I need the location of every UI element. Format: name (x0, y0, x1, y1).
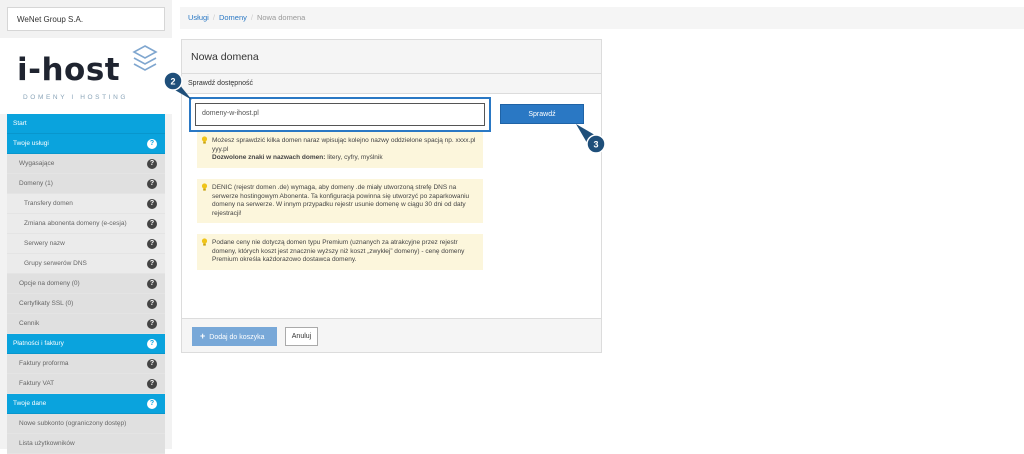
help-icon[interactable]: ? (147, 199, 157, 209)
cube-icon (132, 45, 158, 71)
step-3-badge: 3 (576, 124, 606, 154)
sidebar-item-label: Faktury VAT (19, 380, 55, 387)
hint-multiple-domains: Możesz sprawdzić kilka domen naraz wpisu… (197, 132, 483, 168)
step-2-number: 2 (170, 77, 175, 87)
sidebar-item[interactable]: Domeny (1)? (7, 174, 165, 194)
sidebar-item[interactable]: Certyfikaty SSL (0)? (7, 294, 165, 314)
sidebar-item[interactable]: Faktury proforma? (7, 354, 165, 374)
step-3-number: 3 (593, 140, 598, 150)
plus-icon: + (200, 331, 206, 341)
sidebar-menu: Start Twoje usługi? Wygasające? Domeny (1)?… (7, 114, 165, 454)
step-2-badge: 2 (163, 71, 192, 100)
breadcrumb-domeny[interactable]: Domeny (219, 13, 247, 22)
add-to-cart-button[interactable]: + Dodaj do koszyka (192, 327, 277, 346)
breadcrumb-separator: / (212, 13, 215, 22)
add-to-cart-label: Dodaj do koszyka (209, 334, 265, 341)
hint1-text: Możesz sprawdzić kilka domen naraz wpisu… (212, 137, 476, 153)
sidebar-item-label: Serwery nazw (24, 240, 65, 247)
breadcrumb-separator: / (250, 13, 253, 22)
help-icon[interactable]: ? (147, 279, 157, 289)
sidebar-item[interactable]: Cennik? (7, 314, 165, 334)
sidebar-item[interactable]: Opcje na domeny (0)? (7, 274, 165, 294)
sidebar-item[interactable]: Transfery domen? (7, 194, 165, 214)
sidebar-item[interactable]: Faktury VAT? (7, 374, 165, 394)
help-icon[interactable]: ? (147, 299, 157, 309)
hint2-text: DENIC (rejestr domen .de) wymaga, aby do… (212, 184, 470, 217)
sidebar-item[interactable]: Lista użytkowników (7, 434, 165, 454)
sidebar-item[interactable]: Twoje dane? (7, 394, 165, 414)
breadcrumb-uslugi[interactable]: Usługi (188, 13, 209, 22)
domain-input[interactable]: domeny-w-ihost.pl (195, 103, 485, 126)
lightbulb-icon (201, 238, 208, 246)
sidebar: WeNet Group S.A. i-host DOMENY I HOSTING… (0, 0, 172, 454)
sidebar-item-label: Faktury proforma (19, 360, 69, 367)
help-icon[interactable]: ? (147, 159, 157, 169)
sidebar-item[interactable]: Płatności i faktury? (7, 334, 165, 354)
help-icon[interactable]: ? (147, 179, 157, 189)
sidebar-item[interactable]: Start (7, 114, 165, 134)
sidebar-item[interactable]: Grupy serwerów DNS? (7, 254, 165, 274)
sidebar-item[interactable]: Twoje usługi? (7, 134, 165, 154)
sidebar-item-label: Opcje na domeny (0) (19, 280, 80, 287)
help-icon[interactable]: ? (147, 379, 157, 389)
help-icon[interactable]: ? (147, 359, 157, 369)
sidebar-item-label: Start (13, 120, 27, 127)
sidebar-item-label: Domeny (1) (19, 180, 53, 187)
help-icon[interactable]: ? (147, 219, 157, 229)
lightbulb-icon (201, 136, 208, 144)
logo-text: i-host (17, 52, 121, 88)
help-icon[interactable]: ? (147, 139, 157, 149)
sidebar-item-label: Certyfikaty SSL (0) (19, 300, 74, 307)
sidebar-item-label: Transfery domen (24, 200, 73, 207)
page-title: Nowa domena (182, 40, 601, 74)
lightbulb-icon (201, 183, 208, 191)
sidebar-item-label: Lista użytkowników (19, 440, 75, 447)
sidebar-item-label: Grupy serwerów DNS (24, 260, 87, 267)
breadcrumb: Usługi / Domeny / Nowa domena (180, 7, 1024, 29)
sidebar-item[interactable]: Nowe subkonto (ograniczony dostęp) (7, 414, 165, 434)
help-icon[interactable]: ? (147, 339, 157, 349)
help-icon[interactable]: ? (147, 239, 157, 249)
logo: i-host DOMENY I HOSTING (0, 38, 172, 114)
cancel-button[interactable]: Anuluj (285, 327, 318, 346)
sidebar-item-label: Twoje usługi (13, 140, 49, 147)
company-selector[interactable]: WeNet Group S.A. (7, 7, 165, 31)
panel-footer: + Dodaj do koszyka Anuluj (182, 318, 601, 352)
sidebar-item-label: Nowe subkonto (ograniczony dostęp) (19, 420, 127, 427)
sidebar-item-label: Wygasające (19, 160, 55, 167)
sidebar-item-label: Cennik (19, 320, 40, 327)
sidebar-item[interactable]: Wygasające? (7, 154, 165, 174)
help-icon[interactable]: ? (147, 399, 157, 409)
hint3-text: Podane ceny nie dotyczą domen typu Premi… (212, 239, 465, 264)
hint-denic: DENIC (rejestr domen .de) wymaga, aby do… (197, 179, 483, 224)
sidebar-item[interactable]: Zmiana abonenta domeny (e-cesja)? (7, 214, 165, 234)
sidebar-item-label: Zmiana abonenta domeny (e-cesja) (24, 220, 127, 227)
sidebar-item-label: Twoje dane (13, 400, 47, 407)
help-icon[interactable]: ? (147, 319, 157, 329)
hint-premium: Podane ceny nie dotyczą domen typu Premi… (197, 234, 483, 270)
help-icon[interactable]: ? (147, 259, 157, 269)
hint1-tail: litery, cyfry, myślnik (325, 154, 383, 162)
sidebar-item[interactable]: Serwery nazw? (7, 234, 165, 254)
hint1-bold: Dozwolone znaki w nazwach domen: (212, 154, 326, 162)
logo-tagline: DOMENY I HOSTING (23, 94, 129, 101)
sidebar-item-label: Płatności i faktury (13, 340, 64, 347)
breadcrumb-current: Nowa domena (256, 13, 306, 22)
section-title: Sprawdź dostępność (182, 74, 601, 94)
